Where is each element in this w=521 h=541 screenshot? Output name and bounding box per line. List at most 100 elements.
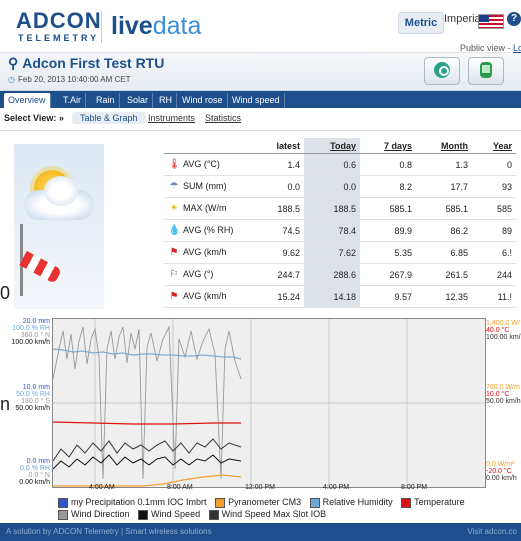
legend-wind-direction[interactable]: Wind Direction xyxy=(58,508,130,520)
drop-icon: 💧 xyxy=(168,225,181,236)
legend-label: Wind Speed xyxy=(151,509,201,519)
legend-swatch xyxy=(58,509,68,520)
right-axis-top: 1,400.0 W/ 40.0 °C 100.00 km/ xyxy=(486,320,521,341)
row-name: ⚑ AVG (km/h xyxy=(164,285,248,308)
cell-month: 1.3 xyxy=(416,153,472,176)
logout-link[interactable]: Lo xyxy=(513,43,521,53)
logo-live-text: live xyxy=(111,12,153,40)
legend-pyranometer[interactable]: Pyranometer CM3 xyxy=(215,496,301,508)
table-row[interactable]: 💧 AVG (% RH) 74.5 78.4 89.9 86.2 89 xyxy=(164,219,516,242)
select-view-label: Select View: » xyxy=(4,113,64,123)
adcon-logo[interactable]: ADCON xyxy=(16,8,102,34)
telemetry-logo-text: TELEMETRY xyxy=(18,33,100,43)
row-label: AVG (°C) xyxy=(183,159,220,169)
tab-overview[interactable]: Overview xyxy=(4,93,51,108)
public-view-label: Public view - xyxy=(460,43,514,53)
view-statistics[interactable]: Statistics xyxy=(205,113,241,123)
tab-rain[interactable]: Rain xyxy=(92,93,120,108)
cell-year: 93 xyxy=(472,175,516,198)
tab-wind-speed[interactable]: Wind speed xyxy=(228,93,285,108)
station-timestamp: ◷ Feb 20, 2013 10:40:00 AM CET xyxy=(8,75,131,84)
view-table-graph[interactable]: Table & Graph xyxy=(72,112,146,124)
rain-icon: ☂ xyxy=(169,181,179,192)
cell-month: 12.35 xyxy=(416,285,472,308)
map-button[interactable] xyxy=(424,57,460,85)
table-row[interactable]: ☂ SUM (mm) 0.0 0.0 8.2 17.7 93 xyxy=(164,175,516,198)
row-label: MAX (W/m xyxy=(183,203,227,213)
row-label: AVG (% RH) xyxy=(183,225,234,235)
cell-today: 0.0 xyxy=(304,175,360,198)
x-label-4am: 4:00 AM xyxy=(89,484,115,491)
legend-temperature[interactable]: Temperature xyxy=(401,496,465,508)
cell-7days: 267.9 xyxy=(360,263,416,286)
help-icon[interactable]: ? xyxy=(507,12,521,26)
legend-humidity[interactable]: Relative Humidity xyxy=(309,496,393,508)
language-flag-icon[interactable] xyxy=(478,14,504,29)
table-row[interactable]: ⚑ AVG (km/h 9.62 7.62 5.35 6.85 6.! xyxy=(164,241,516,264)
row-name: 🌡 AVG (°C) xyxy=(164,153,248,176)
history-chart[interactable]: 20.0 mm 100.0 % RH 360.0 ° N 100.00 km/h… xyxy=(0,314,521,520)
row-name: 💧 AVG (% RH) xyxy=(164,219,248,242)
header-month[interactable]: Month xyxy=(416,138,472,154)
plot-area[interactable] xyxy=(52,318,486,488)
legend-label: Wind Direction xyxy=(71,509,130,519)
legend-wind-speed[interactable]: Wind Speed xyxy=(138,508,200,520)
cell-latest: 74.5 xyxy=(248,219,304,242)
cell-7days: 585.1 xyxy=(360,197,416,220)
windsock-icon: ⚑ xyxy=(169,291,179,302)
tab-t-air[interactable]: T.Air xyxy=(59,93,86,108)
station-title: ⚲ Adcon First Test RTU xyxy=(8,55,164,72)
chart-legend: my Precipitation 0.1mm IOC Imbrt Pyranom… xyxy=(58,496,488,520)
row-name: ☀ MAX (W/m xyxy=(164,197,248,220)
header-today[interactable]: Today xyxy=(304,138,360,154)
header-7days[interactable]: 7 days xyxy=(360,138,416,154)
x-label-8am: 8:00 AM xyxy=(167,484,193,491)
footer-credit: A solution by ADCON Telemetry | Smart wi… xyxy=(6,527,212,536)
cell-7days: 8.2 xyxy=(360,175,416,198)
x-label-12pm: 12:00 PM xyxy=(245,484,275,491)
cell-year: 0 xyxy=(472,153,516,176)
left-top-dir: 360.0 ° N xyxy=(20,332,50,339)
pyranometer-line xyxy=(53,474,242,487)
tab-wind-rose[interactable]: Wind rose xyxy=(178,93,228,108)
table-row[interactable]: ⚐ AVG (°) 244.7 288.6 267.9 261.5 244 xyxy=(164,263,516,286)
cell-latest: 0.0 xyxy=(248,175,304,198)
clock-icon: ◷ xyxy=(8,75,15,84)
row-label: AVG (km/h xyxy=(183,247,227,257)
cell-today: 7.62 xyxy=(304,241,360,264)
header-year-label: Year xyxy=(492,140,512,151)
left-mid-speed: 50.00 km/h xyxy=(15,405,50,412)
row-name: ⚐ AVG (°) xyxy=(164,263,248,286)
legend-wind-speed-max[interactable]: Wind Speed Max Slot IOB xyxy=(208,508,327,520)
legend-precipitation[interactable]: my Precipitation 0.1mm IOC Imbrt xyxy=(58,496,207,508)
logo-data-text: data xyxy=(152,12,202,40)
mobile-button[interactable] xyxy=(468,57,504,85)
cell-latest: 15.24 xyxy=(248,285,304,308)
table-row[interactable]: ☀ MAX (W/m 188.5 188.5 585.1 585.1 585 xyxy=(164,197,516,220)
legend-label: Relative Humidity xyxy=(322,497,393,507)
metric-unit-button[interactable]: Metric xyxy=(398,12,444,34)
header-7days-label: 7 days xyxy=(383,140,412,151)
header-blank xyxy=(164,138,248,154)
left-axis-mid: 10.0 mm 50.0 % RH 180.0 ° S 50.00 km/h xyxy=(8,384,50,412)
cell-7days: 0.8 xyxy=(360,153,416,176)
table-row[interactable]: ⚑ AVG (km/h 15.24 14.18 9.57 12.35 11.! xyxy=(164,285,516,308)
footer-link[interactable]: Visit adcon.co xyxy=(467,527,517,536)
row-name: ☂ SUM (mm) xyxy=(164,175,248,198)
tab-rh[interactable]: RH xyxy=(155,93,177,108)
legend-label: Wind Speed Max Slot IOB xyxy=(221,509,327,519)
table-row[interactable]: 🌡 AVG (°C) 1.4 0.6 0.8 1.3 0 xyxy=(164,153,516,176)
legend-swatch xyxy=(208,509,219,520)
cell-today: 0.6 xyxy=(304,153,360,176)
view-instruments[interactable]: Instruments xyxy=(148,113,195,123)
row-name: ⚑ AVG (km/h xyxy=(164,241,248,264)
header-year[interactable]: Year xyxy=(472,138,516,154)
cell-7days: 5.35 xyxy=(360,241,416,264)
cloud-icon xyxy=(24,176,94,220)
tab-solar[interactable]: Solar xyxy=(123,93,154,108)
location-pin-icon: ⚲ xyxy=(8,55,19,71)
left-axis-bottom: 0.0 mm 0.0 % RH 0.0 ° N 0.00 km/h xyxy=(8,458,50,486)
station-bar: ⚲ Adcon First Test RTU ◷ Feb 20, 2013 10:4… xyxy=(0,53,521,91)
cell-today: 78.4 xyxy=(304,219,360,242)
left-mid-mm: 10.0 mm xyxy=(22,384,50,391)
